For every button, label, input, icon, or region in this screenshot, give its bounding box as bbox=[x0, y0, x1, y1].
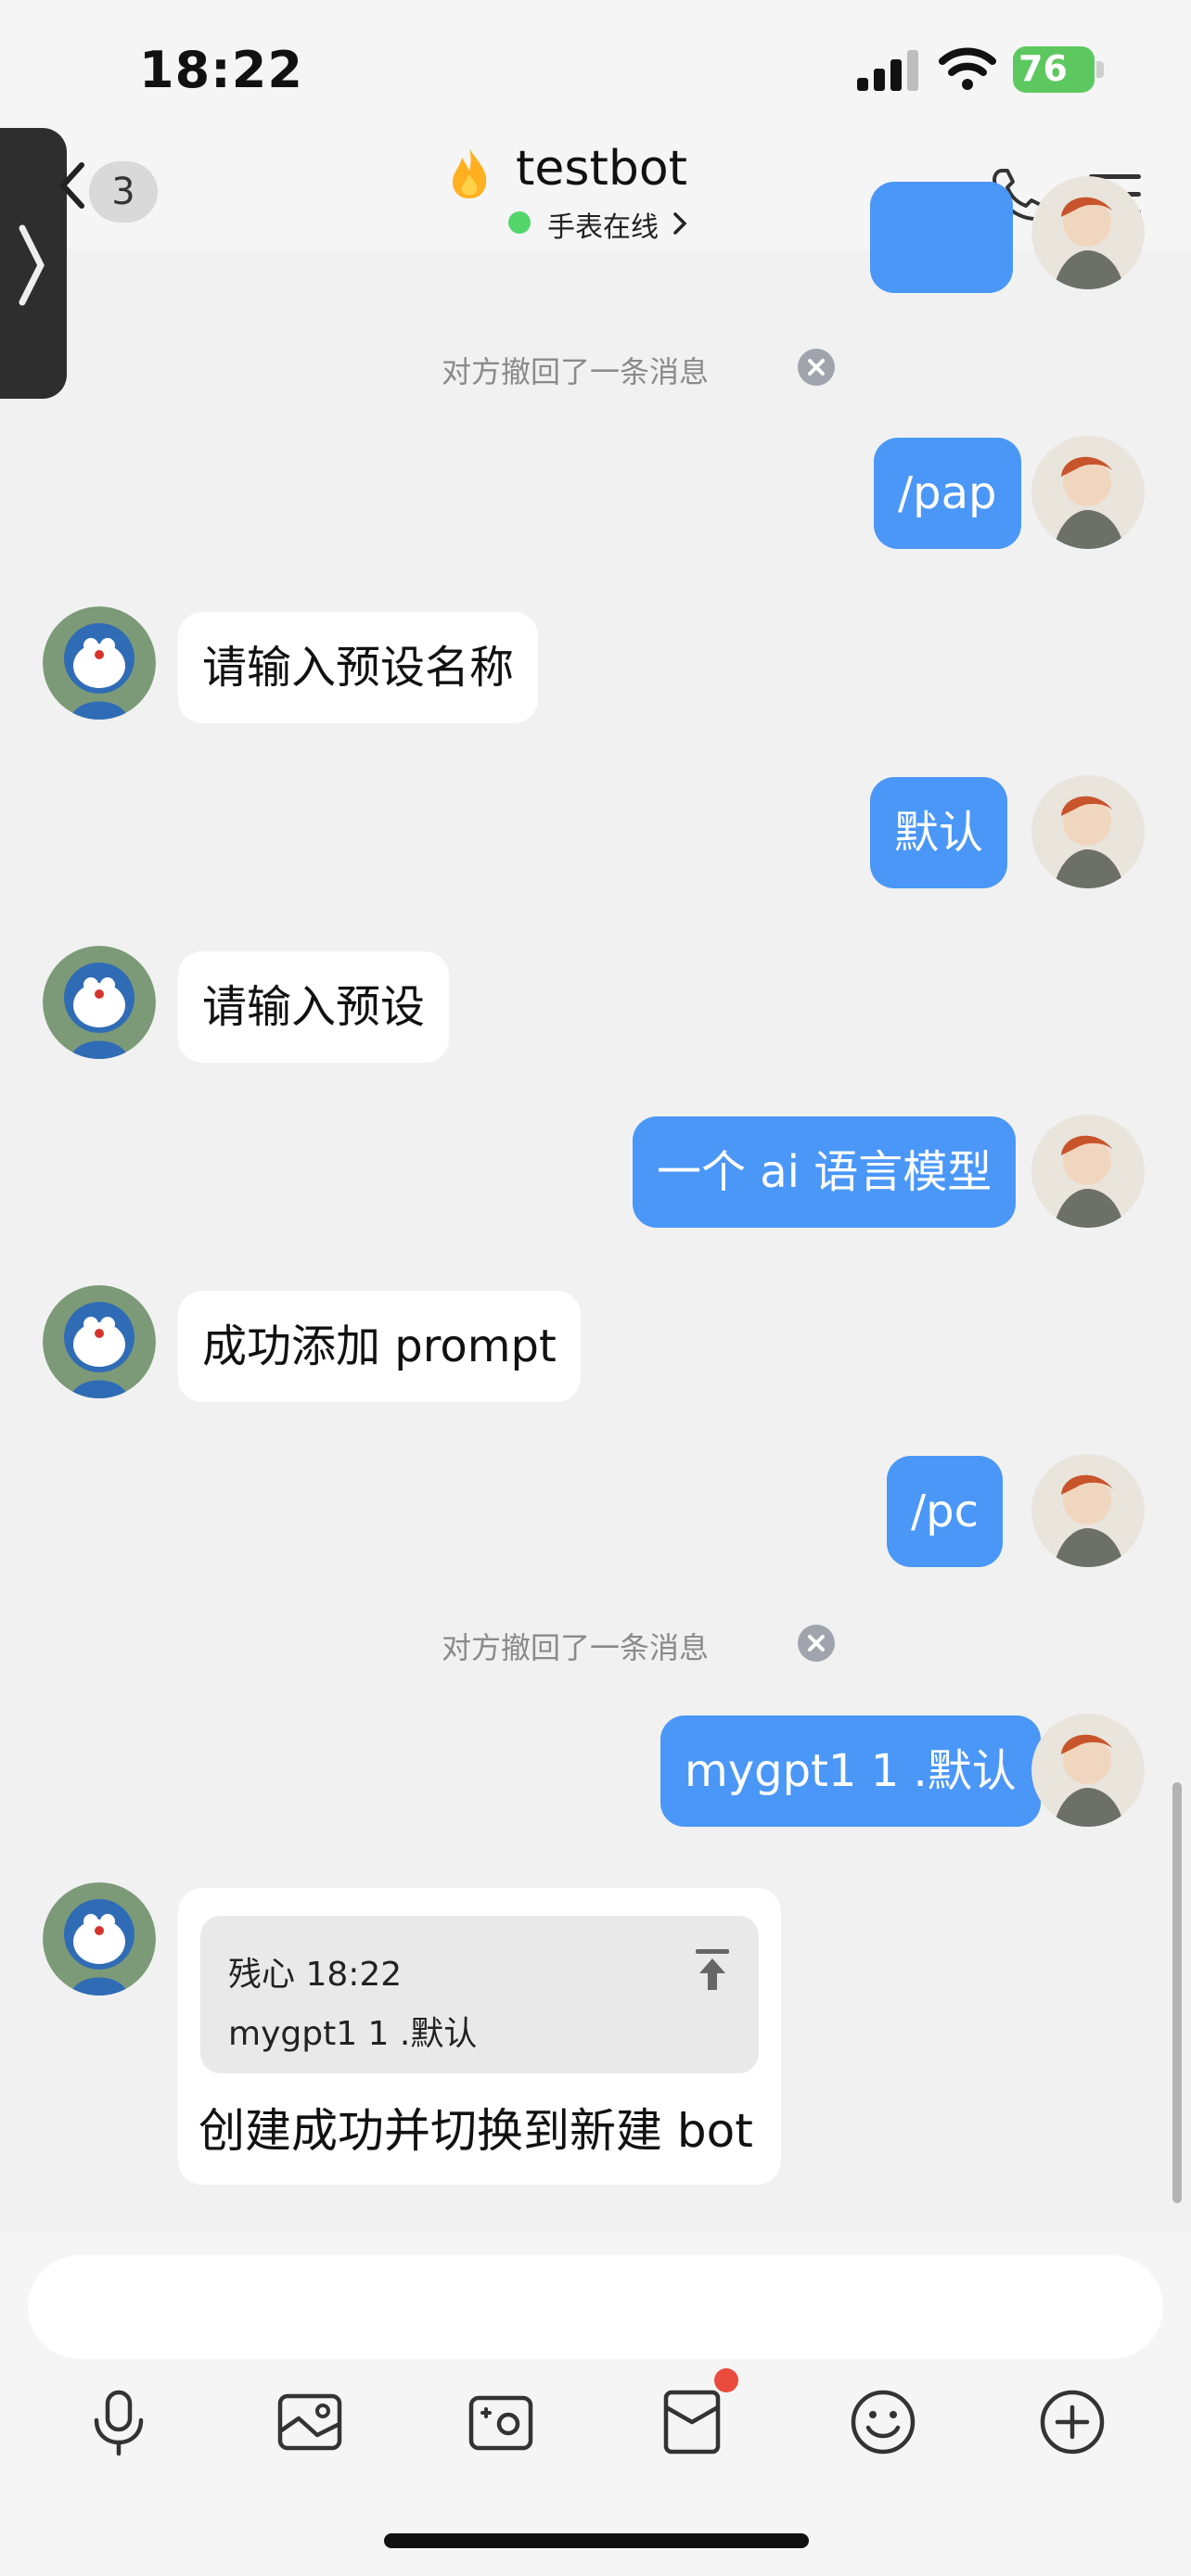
message-bubble-outgoing[interactable]: 一个 ai 语言模型 bbox=[633, 1116, 1017, 1228]
cellular-signal-icon bbox=[857, 50, 918, 91]
message-bubble-outgoing[interactable]: /pc bbox=[887, 1456, 1004, 1567]
microphone-icon[interactable] bbox=[83, 2387, 154, 2457]
back-chevron-icon[interactable] bbox=[56, 159, 87, 211]
message-bubble-partial[interactable] bbox=[870, 182, 1013, 293]
bot-avatar[interactable] bbox=[43, 606, 156, 720]
unread-count-badge[interactable]: 3 bbox=[89, 161, 158, 223]
message-bubble-outgoing[interactable]: 默认 bbox=[870, 777, 1008, 888]
fire-icon bbox=[453, 148, 487, 198]
my-avatar[interactable] bbox=[1031, 1454, 1145, 1567]
message-input[interactable] bbox=[28, 2255, 1163, 2359]
bot-avatar[interactable] bbox=[43, 1285, 156, 1398]
reply-text: 创建成功并切换到新建 bot bbox=[198, 2104, 753, 2158]
home-indicator bbox=[384, 2533, 809, 2548]
emoji-icon[interactable] bbox=[848, 2387, 918, 2457]
presence-status[interactable]: 手表在线 bbox=[547, 204, 659, 245]
chevron-right-small-icon bbox=[673, 212, 687, 235]
close-icon[interactable] bbox=[798, 1625, 835, 1662]
battery-cap bbox=[1096, 61, 1104, 78]
jump-to-top-icon[interactable] bbox=[690, 1945, 735, 1994]
chevron-right-icon bbox=[19, 224, 45, 306]
image-icon[interactable] bbox=[275, 2387, 345, 2457]
my-avatar[interactable] bbox=[1031, 176, 1145, 289]
message-bubble-outgoing[interactable]: /pap bbox=[874, 438, 1021, 549]
online-status-dot bbox=[508, 211, 531, 234]
wifi-icon bbox=[939, 47, 996, 90]
message-bubble-incoming[interactable]: 请输入预设名称 bbox=[178, 612, 539, 723]
battery-level: 76 bbox=[1018, 48, 1068, 89]
bot-avatar[interactable] bbox=[43, 1882, 156, 1996]
chat-title[interactable]: testbot bbox=[516, 141, 687, 197]
red-packet-icon[interactable] bbox=[657, 2387, 727, 2457]
message-bubble-outgoing[interactable]: mygpt1 1 .默认 bbox=[660, 1715, 1041, 1827]
quote-reply-bubble[interactable]: 残心 18:22 mygpt1 1 .默认 创建成功并切换到新建 bot bbox=[178, 1888, 781, 2185]
battery-indicator: 76 bbox=[1013, 46, 1104, 93]
recall-notice: 对方撤回了一条消息 bbox=[442, 354, 710, 389]
quoted-text: mygpt1 1 .默认 bbox=[228, 2015, 478, 2053]
message-bubble-incoming[interactable]: 请输入预设 bbox=[178, 951, 450, 1063]
camera-icon[interactable] bbox=[466, 2387, 536, 2457]
message-bubble-incoming[interactable]: 成功添加 prompt bbox=[178, 1291, 581, 1402]
my-avatar[interactable] bbox=[1031, 1714, 1145, 1827]
my-avatar[interactable] bbox=[1031, 436, 1145, 549]
bot-avatar[interactable] bbox=[43, 946, 156, 1059]
notification-dot bbox=[714, 2368, 738, 2392]
status-time: 18:22 bbox=[139, 41, 303, 99]
quoted-author-time: 残心 18:22 bbox=[228, 1956, 403, 1994]
close-icon[interactable] bbox=[798, 349, 835, 386]
plus-icon[interactable] bbox=[1037, 2387, 1108, 2457]
quoted-message[interactable]: 残心 18:22 mygpt1 1 .默认 bbox=[200, 1916, 759, 2073]
recall-notice: 对方撤回了一条消息 bbox=[442, 1630, 710, 1665]
scrollbar[interactable] bbox=[1172, 1782, 1182, 2203]
my-avatar[interactable] bbox=[1031, 775, 1145, 888]
my-avatar[interactable] bbox=[1031, 1115, 1145, 1228]
